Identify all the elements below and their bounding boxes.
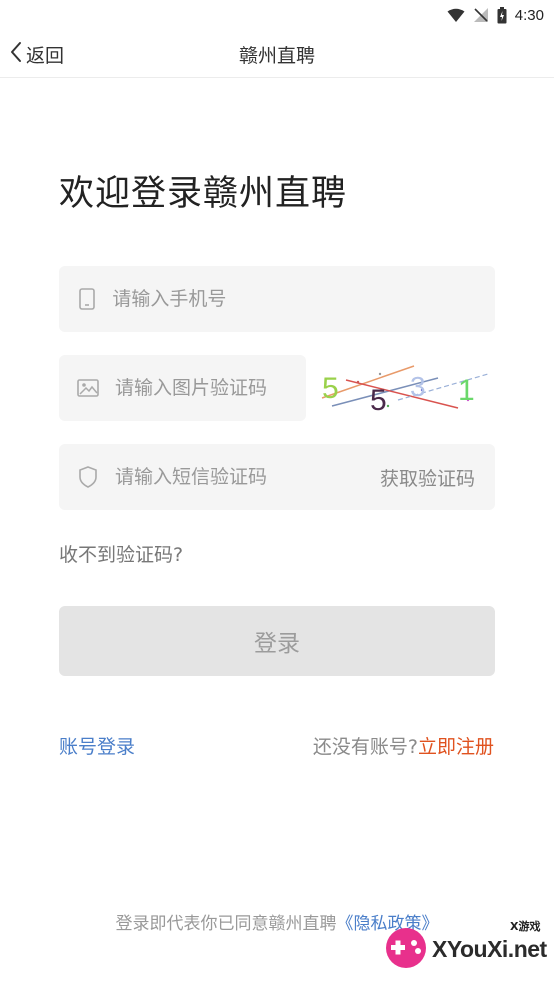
phone-icon (77, 288, 96, 310)
shield-icon (77, 466, 99, 488)
register-prompt: 还没有账号?立即注册 (313, 732, 494, 759)
status-time: 4:30 (514, 6, 544, 24)
no-account-text: 还没有账号? (312, 736, 418, 758)
captcha-image[interactable]: 5 5 3 1 (318, 360, 494, 418)
navigation-bar: 返回 赣州直聘 (0, 30, 554, 78)
phone-input[interactable] (112, 288, 495, 310)
page-title: 赣州直聘 (238, 44, 315, 67)
watermark-small-text: X游戏 (510, 920, 541, 933)
welcome-heading: 欢迎登录赣州直聘 (59, 174, 348, 214)
image-code-input[interactable] (115, 377, 306, 399)
login-button[interactable]: 登录 (59, 606, 495, 676)
captcha-char: 5 (370, 384, 387, 417)
captcha-char: 3 (410, 371, 426, 402)
captcha-char: 1 (458, 374, 475, 407)
watermark-text: XYouXi.net (432, 936, 547, 962)
agreement-label: 登录即代表你已同意赣州直聘 (115, 914, 337, 934)
chevron-left-icon (10, 41, 22, 68)
phone-field[interactable] (59, 266, 495, 332)
no-code-link[interactable]: 收不到验证码? (59, 540, 183, 567)
image-icon (77, 377, 99, 399)
back-label: 返回 (26, 44, 65, 67)
status-bar: 4:30 (0, 0, 554, 30)
battery-icon (497, 6, 507, 24)
wifi-icon (447, 8, 465, 23)
captcha-char: 5 (322, 372, 339, 405)
no-signal-icon (473, 7, 489, 23)
sms-code-field[interactable]: 获取验证码 (59, 444, 495, 510)
back-button[interactable]: 返回 (10, 30, 64, 78)
register-link[interactable]: 立即注册 (418, 736, 494, 758)
image-code-field[interactable] (59, 355, 306, 421)
sms-code-input[interactable] (115, 466, 335, 488)
get-code-button[interactable]: 获取验证码 (380, 444, 475, 510)
account-login-link[interactable]: 账号登录 (59, 732, 135, 759)
watermark-logo: X游戏 XYouXi.net (382, 916, 548, 976)
